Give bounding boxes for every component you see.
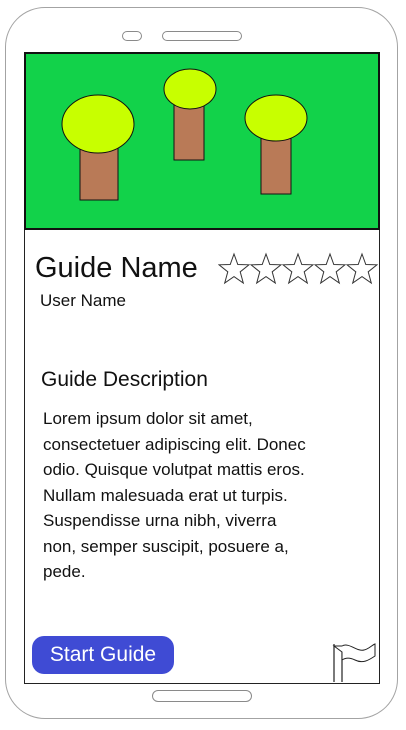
flag-icon[interactable] xyxy=(331,642,377,682)
star-icon[interactable] xyxy=(218,252,250,286)
star-icon[interactable] xyxy=(282,252,314,286)
guide-description: Lorem ipsum dolor sit amet, consectetuer… xyxy=(43,409,306,581)
star-rating[interactable] xyxy=(218,252,378,286)
start-guide-button[interactable]: Start Guide xyxy=(32,636,174,674)
star-icon[interactable] xyxy=(346,252,378,286)
star-icon[interactable] xyxy=(250,252,282,286)
camera-dot xyxy=(122,31,142,41)
speaker-slot xyxy=(162,31,242,41)
guide-hero-image xyxy=(24,52,380,230)
guide-title: Guide Name xyxy=(35,252,198,284)
home-indicator xyxy=(152,690,252,702)
guide-author[interactable]: User Name xyxy=(40,291,126,311)
description-heading: Guide Description xyxy=(41,368,208,391)
star-icon[interactable] xyxy=(314,252,346,286)
